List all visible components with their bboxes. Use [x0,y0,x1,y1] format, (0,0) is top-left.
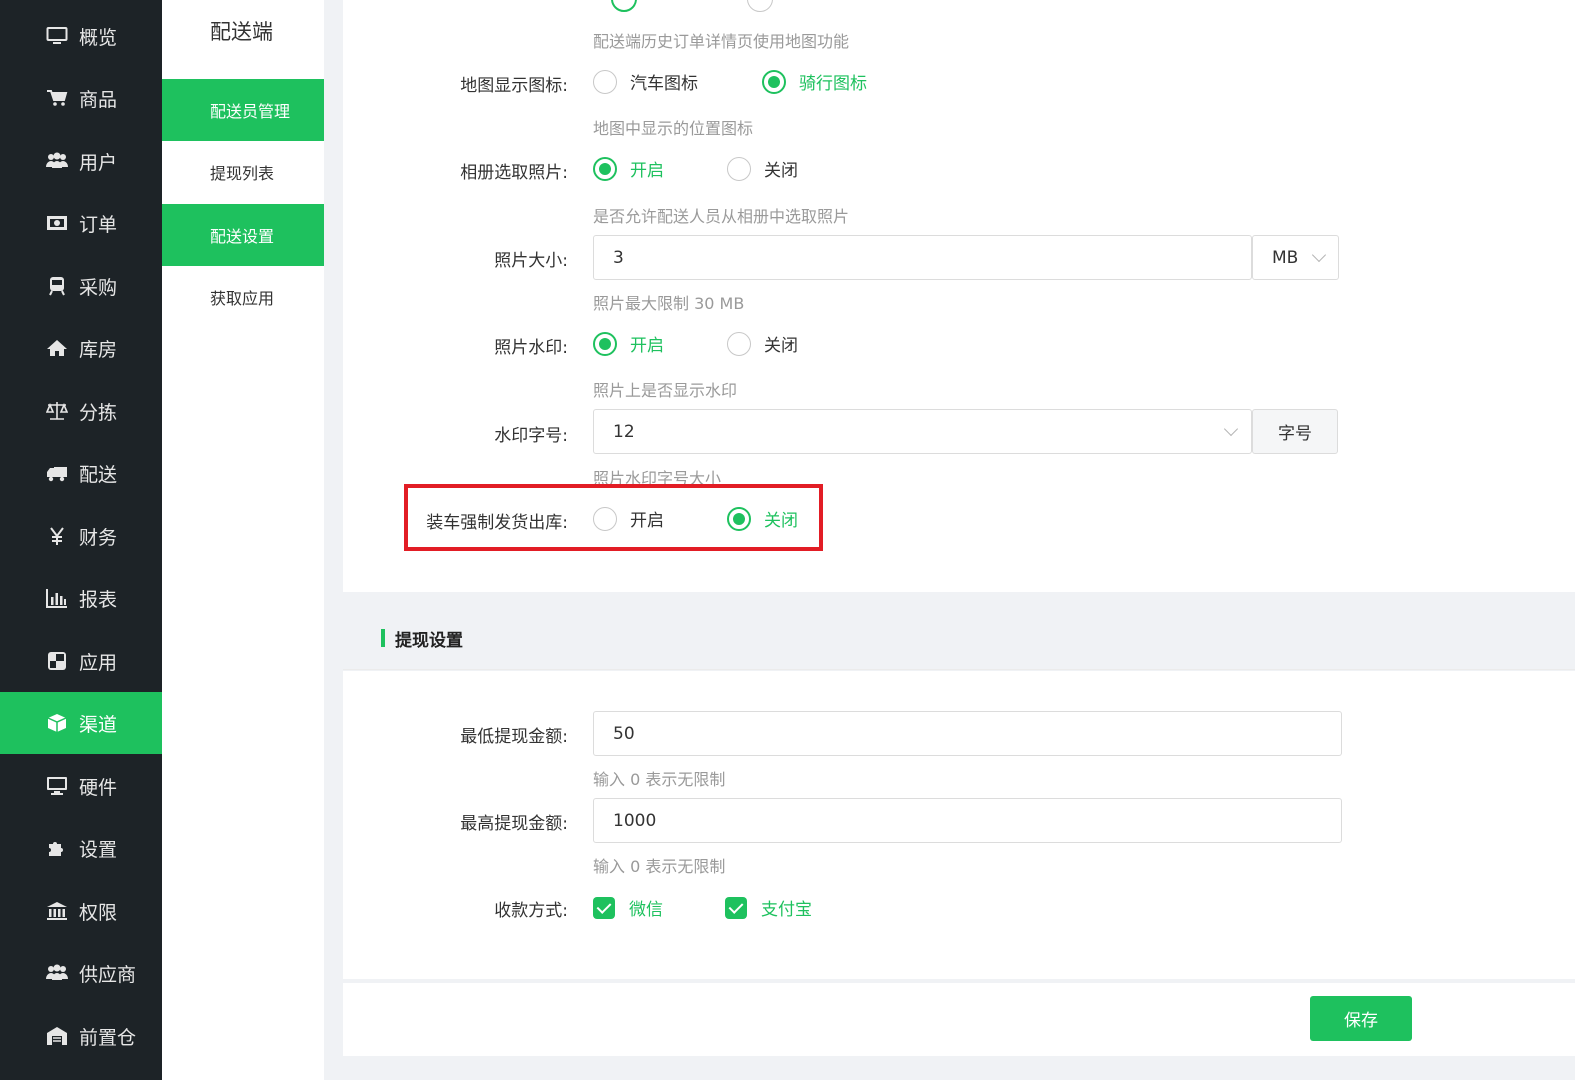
nav-label: 渠道 [79,713,118,736]
nav-item-reports[interactable]: 报表 [0,567,162,629]
train-icon [45,275,69,297]
nav-item-users[interactable]: 用户 [0,130,162,192]
money-icon [45,212,69,234]
app-icon [45,650,69,672]
cart-icon [45,87,69,109]
nav-label: 报表 [79,588,118,611]
nav-label: 分拣 [79,401,118,424]
nav-label: 设置 [79,838,118,861]
radio-watermark-off[interactable]: 关闭 [727,331,798,356]
nav-item-apps[interactable]: 应用 [0,630,162,692]
album-photo-hint: 是否允许配送人员从相册中选取照片 [593,207,850,226]
radio-album-on[interactable]: 开启 [593,156,664,181]
payment-method-label: 收款方式: [494,901,568,921]
checkbox-wechat[interactable]: 微信 [593,895,663,920]
users-icon [45,150,69,172]
nav-label: 权限 [79,901,118,924]
nav-item-front-warehouse[interactable]: 前置仓 [0,1005,162,1067]
home-icon [45,337,69,359]
nav-label: 应用 [79,651,118,674]
section-title: 提现设置 [395,631,463,651]
nav-label: 供应商 [79,963,137,986]
min-amount-hint: 输入 0 表示无限制 [593,770,726,789]
nav-item-suppliers[interactable]: 供应商 [0,942,162,1004]
nav-label: 财务 [79,526,118,549]
nav-item-goods[interactable]: 商品 [0,67,162,129]
submenu-item-withdraw-list[interactable]: 提现列表 [162,141,324,203]
radio-bike-icon[interactable]: 骑行图标 [762,69,867,94]
watermark-font-select[interactable]: 12 [593,409,1252,454]
submenu-item-delivery-settings[interactable]: 配送设置 [162,204,324,266]
checkbox-alipay[interactable]: 支付宝 [725,895,812,920]
max-amount-hint: 输入 0 表示无限制 [593,857,726,876]
balance-icon [45,400,69,422]
main-sidebar: 概览 商品 用户 订单 采购 库房 分拣 配送 财务 报表 应用 渠道 硬件 设… [0,0,162,1080]
nav-item-channels[interactable]: 渠道 [0,692,162,754]
max-amount-label: 最高提现金额: [460,814,568,834]
nav-label: 配送 [79,463,118,486]
nav-item-settings[interactable]: 设置 [0,817,162,879]
nav-item-sorting[interactable]: 分拣 [0,380,162,442]
max-amount-input[interactable]: 1000 [593,798,1342,843]
bank-icon [45,900,69,922]
yen-icon [45,525,69,547]
chevron-down-icon [1223,421,1239,437]
min-amount-label: 最低提现金额: [460,727,568,747]
section-accent-bar [381,629,385,647]
radio-watermark-on[interactable]: 开启 [593,331,664,356]
submenu-item-get-app[interactable]: 获取应用 [162,266,324,328]
puzzle-icon [45,837,69,859]
album-photo-label: 相册选取照片: [460,163,568,183]
nav-label: 用户 [79,151,118,174]
photo-size-unit-select[interactable]: MB [1252,235,1339,280]
photo-size-input[interactable]: 3 [593,235,1252,280]
history-map-radio-on[interactable] [611,0,637,12]
map-icon-hint: 地图中显示的位置图标 [593,119,754,138]
nav-label: 概览 [79,26,118,49]
min-amount-input[interactable]: 50 [593,711,1342,756]
save-button[interactable]: 保存 [1310,996,1412,1041]
history-map-hint: 配送端历史订单详情页使用地图功能 [593,32,850,51]
nav-label: 订单 [79,213,118,236]
photo-size-label: 照片大小: [494,251,568,271]
warehouse-icon [45,1025,69,1047]
desktop-icon [45,775,69,797]
nav-item-delivery[interactable]: 配送 [0,442,162,504]
nav-item-warehouse[interactable]: 库房 [0,317,162,379]
nav-item-overview[interactable]: 概览 [0,5,162,67]
watermark-font-addon: 字号 [1252,409,1338,454]
submenu-item-courier-management[interactable]: 配送员管理 [162,79,324,141]
nav-item-permissions[interactable]: 权限 [0,880,162,942]
users-icon [45,962,69,984]
radio-album-off[interactable]: 关闭 [727,156,798,181]
photo-watermark-label: 照片水印: [494,338,568,358]
truck-icon [45,462,69,484]
nav-item-finance[interactable]: 财务 [0,505,162,567]
nav-label: 库房 [79,338,118,361]
photo-size-hint: 照片最大限制 30 MB [593,294,745,313]
nav-item-orders[interactable]: 订单 [0,192,162,254]
nav-item-hardware[interactable]: 硬件 [0,755,162,817]
chevron-down-icon [1311,247,1327,263]
nav-label: 硬件 [79,776,118,799]
nav-label: 前置仓 [79,1026,137,1049]
nav-item-purchase[interactable]: 采购 [0,255,162,317]
highlight-box [404,484,823,551]
nav-label: 采购 [79,276,118,299]
photo-watermark-hint: 照片上是否显示水印 [593,381,738,400]
submenu-title: 配送端 [210,20,273,44]
bar-chart-icon [45,587,69,609]
history-map-radio-off[interactable] [747,0,773,12]
cube-icon [45,712,69,734]
radio-car-icon[interactable]: 汽车图标 [593,69,698,94]
monitor-icon [45,25,69,47]
watermark-font-label: 水印字号: [494,426,568,446]
map-icon-label: 地图显示图标: [460,76,568,96]
withdraw-settings-header: 提现设置 [343,607,1575,670]
nav-label: 商品 [79,88,118,111]
sub-menu: 配送端 配送员管理 提现列表 配送设置 获取应用 [162,0,324,1080]
